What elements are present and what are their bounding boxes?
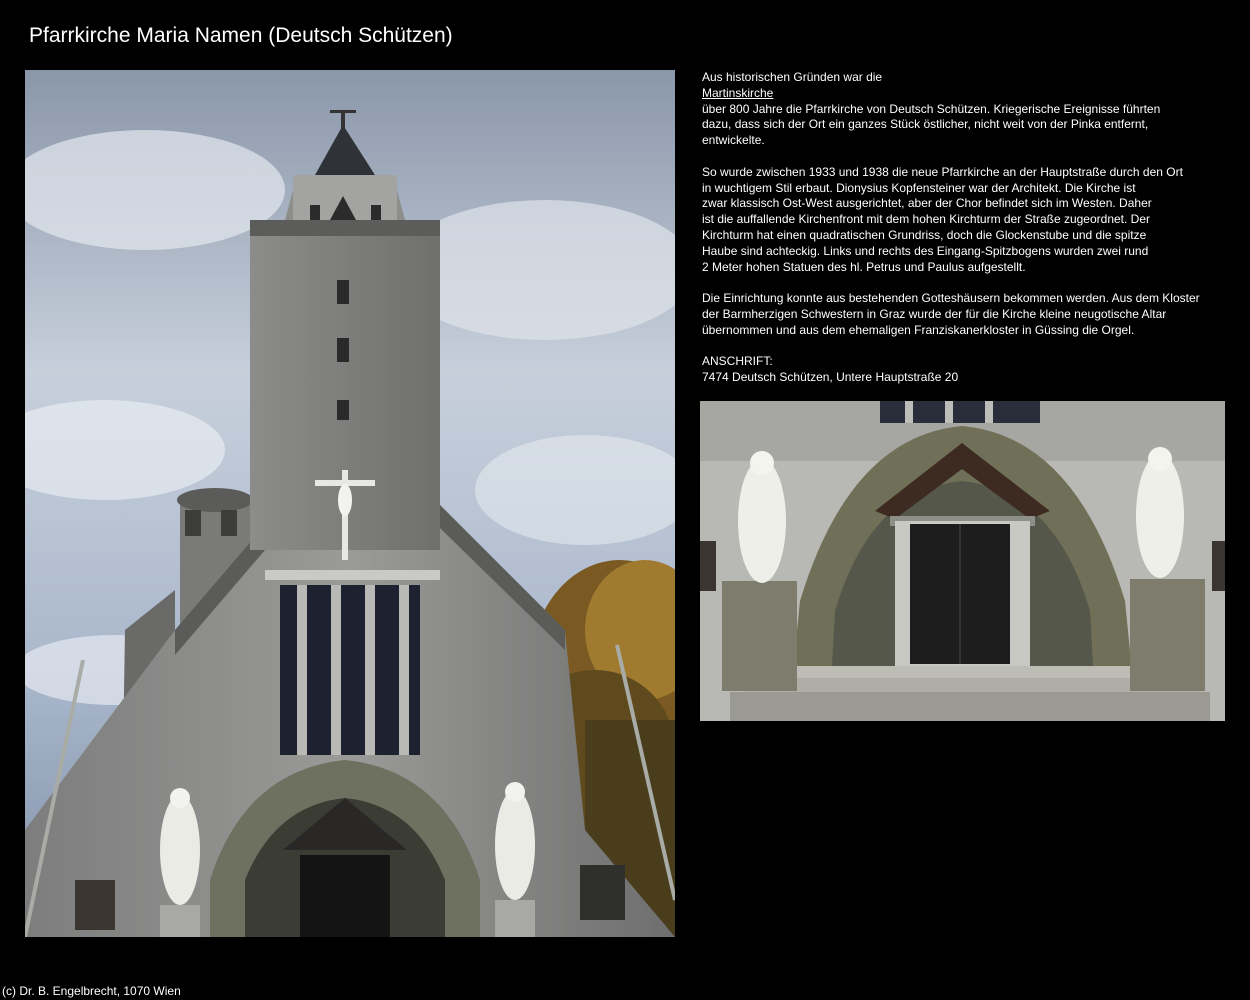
- history-line: entwickelte.: [702, 133, 765, 148]
- address-label: ANSCHRIFT:: [702, 354, 773, 369]
- construction-line: zwar klassisch Ost-West ausgerichtet, ab…: [702, 196, 1152, 211]
- history-line: dazu, dass sich der Ort ein ganzes Stück…: [702, 117, 1149, 132]
- history-intro: Aus historischen Gründen war die: [702, 70, 883, 84]
- construction-line: Kirchturm hat einen quadratischen Grundr…: [702, 227, 1147, 242]
- church-tower-image: [25, 70, 675, 937]
- page-title: Pfarrkirche Maria Namen (Deutsch Schütze…: [29, 24, 453, 47]
- construction-line: 2 Meter hohen Statuen des hl. Petrus und…: [702, 259, 1026, 274]
- church-main-photo[interactable]: [25, 70, 675, 937]
- address-block: ANSCHRIFT: 7474 Deutsch Schützen, Untere…: [702, 354, 1222, 386]
- address-value: 7474 Deutsch Schützen, Untere Hauptstraß…: [702, 370, 959, 385]
- construction-line: Haube sind achteckig. Links und rechts d…: [702, 243, 1149, 258]
- church-portal-photo[interactable]: [700, 401, 1225, 721]
- construction-line: So wurde zwischen 1933 und 1938 die neue…: [702, 164, 1183, 179]
- description-text: Aus historischen Gründen war die Martins…: [702, 70, 1222, 402]
- interior-line: Die Einrichtung konnte aus bestehenden G…: [702, 291, 1200, 306]
- paragraph-construction: So wurde zwischen 1933 und 1938 die neue…: [702, 165, 1222, 276]
- interior-line: übernommen und aus dem ehemaligen Franzi…: [702, 322, 1135, 337]
- martinskirche-link[interactable]: Martinskirche: [702, 86, 773, 100]
- paragraph-interior: Die Einrichtung konnte aus bestehenden G…: [702, 291, 1222, 338]
- history-line: über 800 Jahre die Pfarrkirche von Deuts…: [702, 101, 1161, 116]
- construction-line: ist die auffallende Kirchenfront mit dem…: [702, 212, 1151, 227]
- interior-line: der Barmherzigen Schwestern in Graz wurd…: [702, 306, 1167, 321]
- copyright-footer: (c) Dr. B. Engelbrecht, 1070 Wien: [2, 984, 181, 998]
- construction-line: in wuchtigem Stil erbaut. Dionysius Kopf…: [702, 180, 1136, 195]
- church-portal-image: [700, 401, 1225, 721]
- paragraph-history: Aus historischen Gründen war die Martins…: [702, 70, 1222, 149]
